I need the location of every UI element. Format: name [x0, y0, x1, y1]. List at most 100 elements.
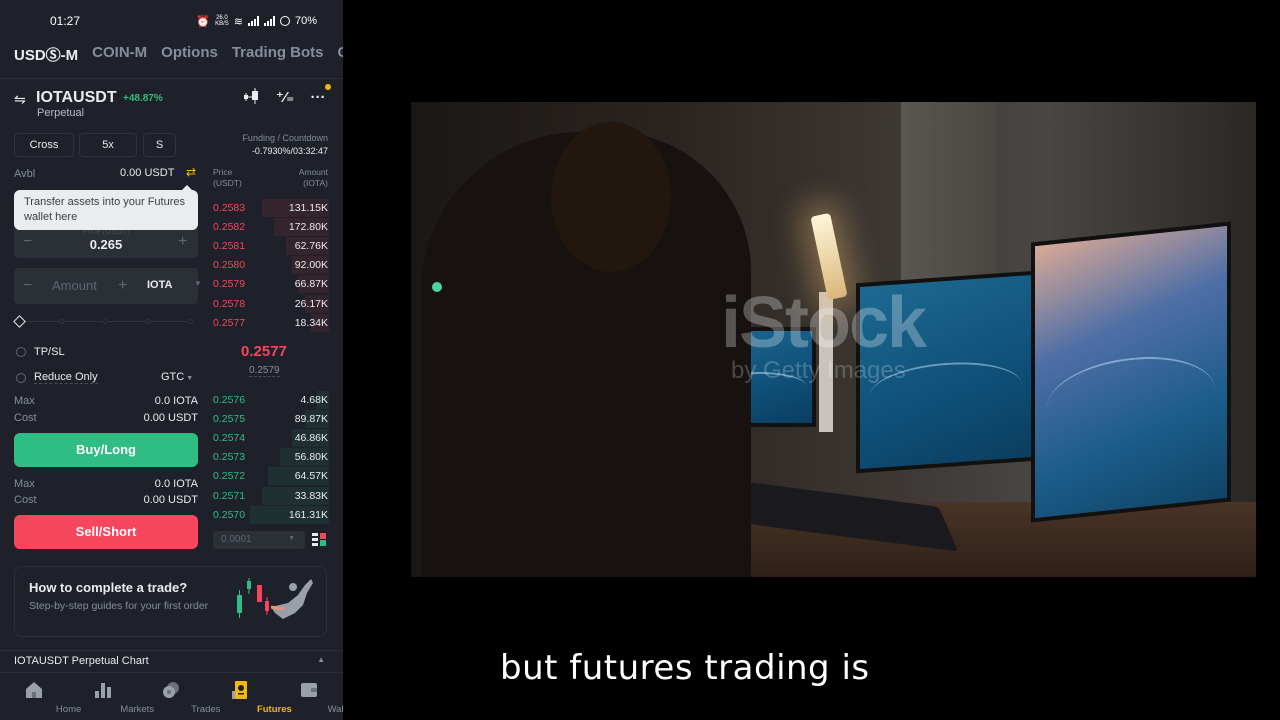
ask-row[interactable]: 0.2582 172.80K — [207, 218, 329, 237]
wallet-icon — [300, 683, 317, 697]
order-amount: 66.87K — [294, 278, 328, 291]
market-tabs: USDⓈ-M COIN-M Options Trading Bots C — [14, 44, 343, 70]
chevron-down-icon: ▼ — [186, 375, 194, 382]
amount-input-placeholder[interactable]: Amount — [52, 278, 97, 293]
net-speed: 26.0 KB/S — [215, 15, 229, 27]
bid-row[interactable]: 0.2573 56.80K — [207, 448, 329, 467]
mark-price: 0.2579 — [249, 365, 280, 377]
tick-size-select[interactable]: 0.0001 ▼ — [213, 531, 305, 549]
nav-trades[interactable]: Trades — [137, 673, 220, 720]
available-balance: 0.00 USDT — [120, 167, 175, 179]
order-price: 0.2577 — [213, 316, 246, 329]
time-in-force-select[interactable]: GTC ▼ — [161, 371, 193, 383]
notification-dot — [325, 84, 331, 90]
phone-screen: 01:27 ⏰ 26.0 KB/S ≋ 70% USDⓈ-M COIN-M Opt… — [0, 0, 343, 720]
watermark-sub: by Getty Images — [731, 357, 906, 384]
more-icon[interactable]: ··· — [307, 84, 331, 110]
tab-usds-m[interactable]: USDⓈ-M — [14, 44, 78, 70]
leverage-button[interactable]: 5x — [79, 133, 137, 157]
contract-type: Perpetual — [37, 107, 85, 119]
margin-mode-button[interactable]: Cross — [14, 133, 74, 157]
tab-coin-m[interactable]: COIN-M — [92, 44, 147, 70]
wifi-icon: ≋ — [233, 15, 243, 28]
bid-row[interactable]: 0.2574 46.86K — [207, 429, 329, 448]
trader-illustration-icon — [237, 578, 313, 619]
asset-mode-button[interactable]: S — [143, 133, 176, 157]
nav-wallets[interactable]: Wallets — [274, 673, 343, 720]
reduce-only-checkbox[interactable]: Reduce Only — [16, 371, 98, 384]
slider-thumb[interactable] — [13, 315, 26, 328]
candlestick-chart-icon[interactable] — [241, 88, 263, 110]
order-amount: 92.00K — [294, 259, 328, 272]
radio-icon — [16, 347, 26, 357]
signal-icon — [247, 16, 259, 26]
percent-calculator-icon[interactable]: ⁺⁄₌ — [274, 88, 296, 110]
ask-row[interactable]: 0.2579 66.87K — [207, 275, 329, 294]
ask-row[interactable]: 0.2577 18.34K — [207, 313, 329, 333]
order-amount: 33.83K — [294, 489, 328, 502]
bid-row[interactable]: 0.2572 64.57K — [207, 467, 329, 486]
amount-slider[interactable] — [13, 315, 194, 328]
watermark: iStock — [721, 283, 927, 363]
order-amount: 172.80K — [288, 221, 328, 234]
tab-copy-trading[interactable]: C — [338, 44, 343, 70]
tab-options[interactable]: Options — [161, 44, 218, 70]
guide-subtitle: Step-by-step guides for your first order — [29, 600, 209, 612]
swap-pair-icon[interactable]: ⇋ — [14, 91, 26, 108]
orderbook-layout-icon[interactable] — [312, 533, 326, 547]
price-increment-button[interactable]: + — [178, 233, 187, 251]
bid-row[interactable]: 0.2570 161.31K — [207, 505, 329, 525]
last-price: 0.2577 — [241, 343, 287, 360]
transfer-icon[interactable]: ⇄ — [186, 165, 196, 179]
battery-level: 70% — [294, 15, 317, 27]
chevron-down-icon: ▼ — [194, 279, 202, 288]
alarm-icon: ⏰ — [196, 15, 211, 28]
order-amount: 4.68K — [300, 394, 328, 406]
chart-section-title: IOTAUSDT Perpetual Chart — [14, 655, 149, 667]
nav-home[interactable]: Home — [0, 673, 81, 720]
chevron-up-icon: ▲ — [317, 655, 325, 664]
slider-node[interactable] — [188, 319, 193, 324]
battery-icon — [279, 16, 290, 26]
ask-row[interactable]: 0.2581 62.76K — [207, 237, 329, 256]
transfer-tooltip[interactable]: Transfer assets into your Futures wallet… — [14, 185, 198, 230]
bid-row[interactable]: 0.2576 4.68K — [207, 391, 329, 410]
order-price: 0.2582 — [213, 221, 246, 234]
order-price: 0.2570 — [213, 508, 246, 521]
buy-long-button[interactable]: Buy/Long — [14, 433, 198, 467]
amount-decrement-button[interactable]: − — [23, 277, 32, 295]
ask-row[interactable]: 0.2580 92.00K — [207, 256, 329, 275]
slider-node[interactable] — [59, 319, 64, 324]
bid-row[interactable]: 0.2571 33.83K — [207, 486, 329, 506]
chart-section-toggle[interactable]: IOTAUSDT Perpetual Chart ▲ — [0, 650, 343, 672]
amount-increment-button[interactable]: + — [118, 277, 127, 295]
trade-guide-card[interactable]: How to complete a trade? Step-by-step gu… — [14, 566, 327, 637]
divider — [0, 78, 343, 79]
ask-row[interactable]: 0.2583 131.15K — [207, 199, 329, 218]
subtitle-caption: but futures trading is — [500, 648, 870, 688]
amount-input[interactable]: − Amount + IOTA ▼ — [14, 268, 202, 304]
slider-node[interactable] — [102, 319, 107, 324]
sell-short-button[interactable]: Sell/Short — [14, 515, 198, 549]
price-input-value[interactable]: 0.265 — [14, 237, 198, 252]
tab-trading-bots[interactable]: Trading Bots — [232, 44, 324, 70]
nav-markets[interactable]: Markets — [69, 673, 154, 720]
orderbook-price-header: Price (USDT) — [213, 167, 242, 188]
ask-row[interactable]: 0.2578 26.17K — [207, 294, 329, 314]
tpsl-checkbox[interactable]: TP/SL — [16, 346, 65, 358]
bid-row[interactable]: 0.2575 89.87K — [207, 410, 329, 429]
order-price: 0.2583 — [213, 202, 246, 214]
pair-symbol[interactable]: IOTAUSDT — [36, 89, 117, 107]
funding-label: Funding / Countdown — [242, 133, 328, 143]
radio-icon — [16, 372, 26, 383]
slider-node[interactable] — [145, 319, 150, 324]
order-price: 0.2573 — [213, 451, 246, 464]
price-input[interactable]: − Price (USDT) 0.265 + — [14, 226, 198, 258]
order-amount: 46.86K — [294, 432, 328, 445]
nav-futures[interactable]: Futures — [206, 673, 292, 720]
order-amount: 64.57K — [294, 470, 328, 483]
order-price: 0.2581 — [213, 240, 246, 253]
order-price: 0.2571 — [213, 489, 246, 502]
amount-unit-select[interactable]: IOTA — [147, 279, 172, 291]
order-price: 0.2575 — [213, 413, 246, 426]
